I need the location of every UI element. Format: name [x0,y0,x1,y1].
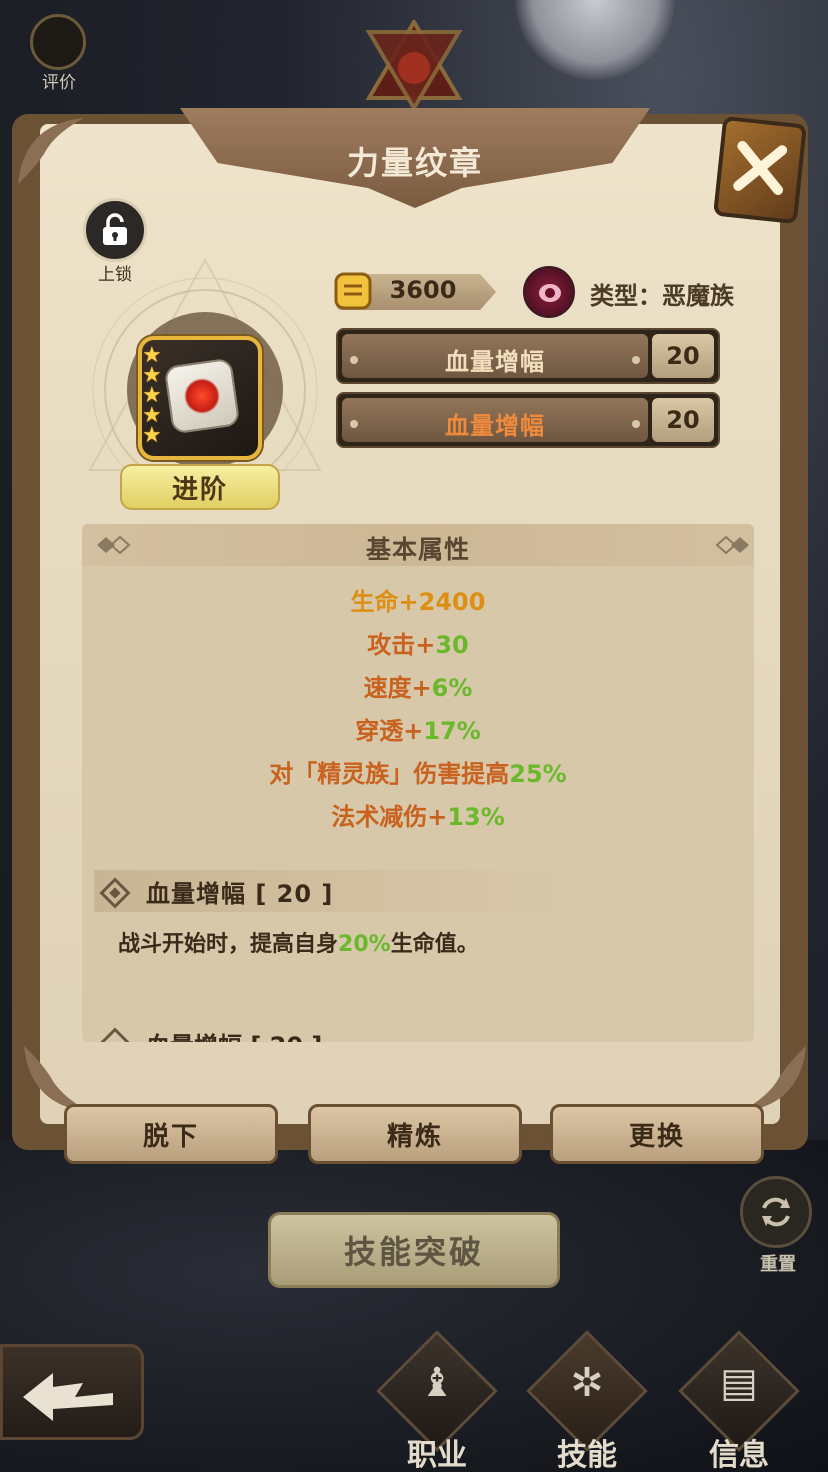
skill-slot-2[interactable]: 血量增幅 20 [336,392,720,448]
corner-ornament-icon [18,118,84,184]
replace-button[interactable]: 更换 [550,1104,764,1164]
skill-level: 20 [666,342,700,370]
refine-button[interactable]: 精炼 [308,1104,522,1164]
attribute-title: 基本属性 [365,535,470,564]
reset-button[interactable]: 重置 [740,1176,816,1276]
power-value: 3600 [389,276,457,304]
attribute-line: 攻击+30 [367,631,469,659]
nav-info-label: 信息 [709,1438,769,1472]
skill-detail-title: 血量增幅 [ 20 ] [146,880,334,908]
skill-level: 20 [666,406,700,434]
skill-rune-icon: ✲ [570,1360,604,1406]
chess-piece-icon: ♝ [419,1360,455,1406]
fist-power-icon [334,272,372,310]
nav-info-tab[interactable]: ▤ 信息 [678,1330,800,1472]
attribute-line: 对「精灵族」伤害提高25% [269,760,567,788]
attribute-line: 法术减伤+13% [331,803,505,831]
nav-class-tab[interactable]: ♝ 职业 [376,1330,498,1472]
rate-label: 评价 [42,73,76,93]
star-rating: ★ ★ ★ ★ ★ [142,345,170,448]
attribute-line: 穿透+17% [355,717,481,745]
skill-detail-title-next: 血量增幅 [ 20 ] [146,1026,322,1042]
skill-breakthrough-button[interactable]: 技能突破 [268,1212,560,1288]
race-type-label: 类型：恶魔族 [590,282,734,310]
skill-name: 血量增幅 [445,412,545,440]
star-icon: ★ [142,423,162,448]
back-button[interactable] [0,1344,144,1440]
rate-icon [30,14,86,70]
document-icon: ▤ [720,1360,758,1406]
skill-detail-description: 战斗开始时，提高自身20%生命值。 [118,932,479,957]
advance-button[interactable]: 进阶 [120,464,280,510]
skill-name: 血量增幅 [445,348,545,376]
attribute-line: 生命+2400 [350,588,486,616]
attribute-line: 速度+6% [363,674,473,702]
nav-class-label: 职业 [407,1438,467,1472]
hexagram-emblem-icon [365,20,463,110]
reset-label: 重置 [760,1254,796,1275]
background-moon [515,0,675,80]
refresh-icon [740,1176,812,1248]
diamond-bullet-icon [99,1027,131,1042]
rate-button[interactable]: 评价 [30,14,88,93]
nav-skill-tab[interactable]: ✲ 技能 [526,1330,648,1472]
back-arrow-icon [23,1373,113,1421]
flame-rune-icon [184,378,220,414]
close-button[interactable] [713,115,807,225]
attribute-section[interactable]: 基本属性 生命+2400 攻击+30 速度+6% 穿透+17% 对「精灵族」伤害… [82,524,754,1042]
demon-race-icon [523,266,575,318]
skill-slot-1[interactable]: 血量增幅 20 [336,328,720,384]
panel-title: 力量纹章 [346,144,483,182]
remove-button[interactable]: 脱下 [64,1104,278,1164]
nav-skill-label: 技能 [557,1438,617,1472]
close-icon [733,141,788,195]
